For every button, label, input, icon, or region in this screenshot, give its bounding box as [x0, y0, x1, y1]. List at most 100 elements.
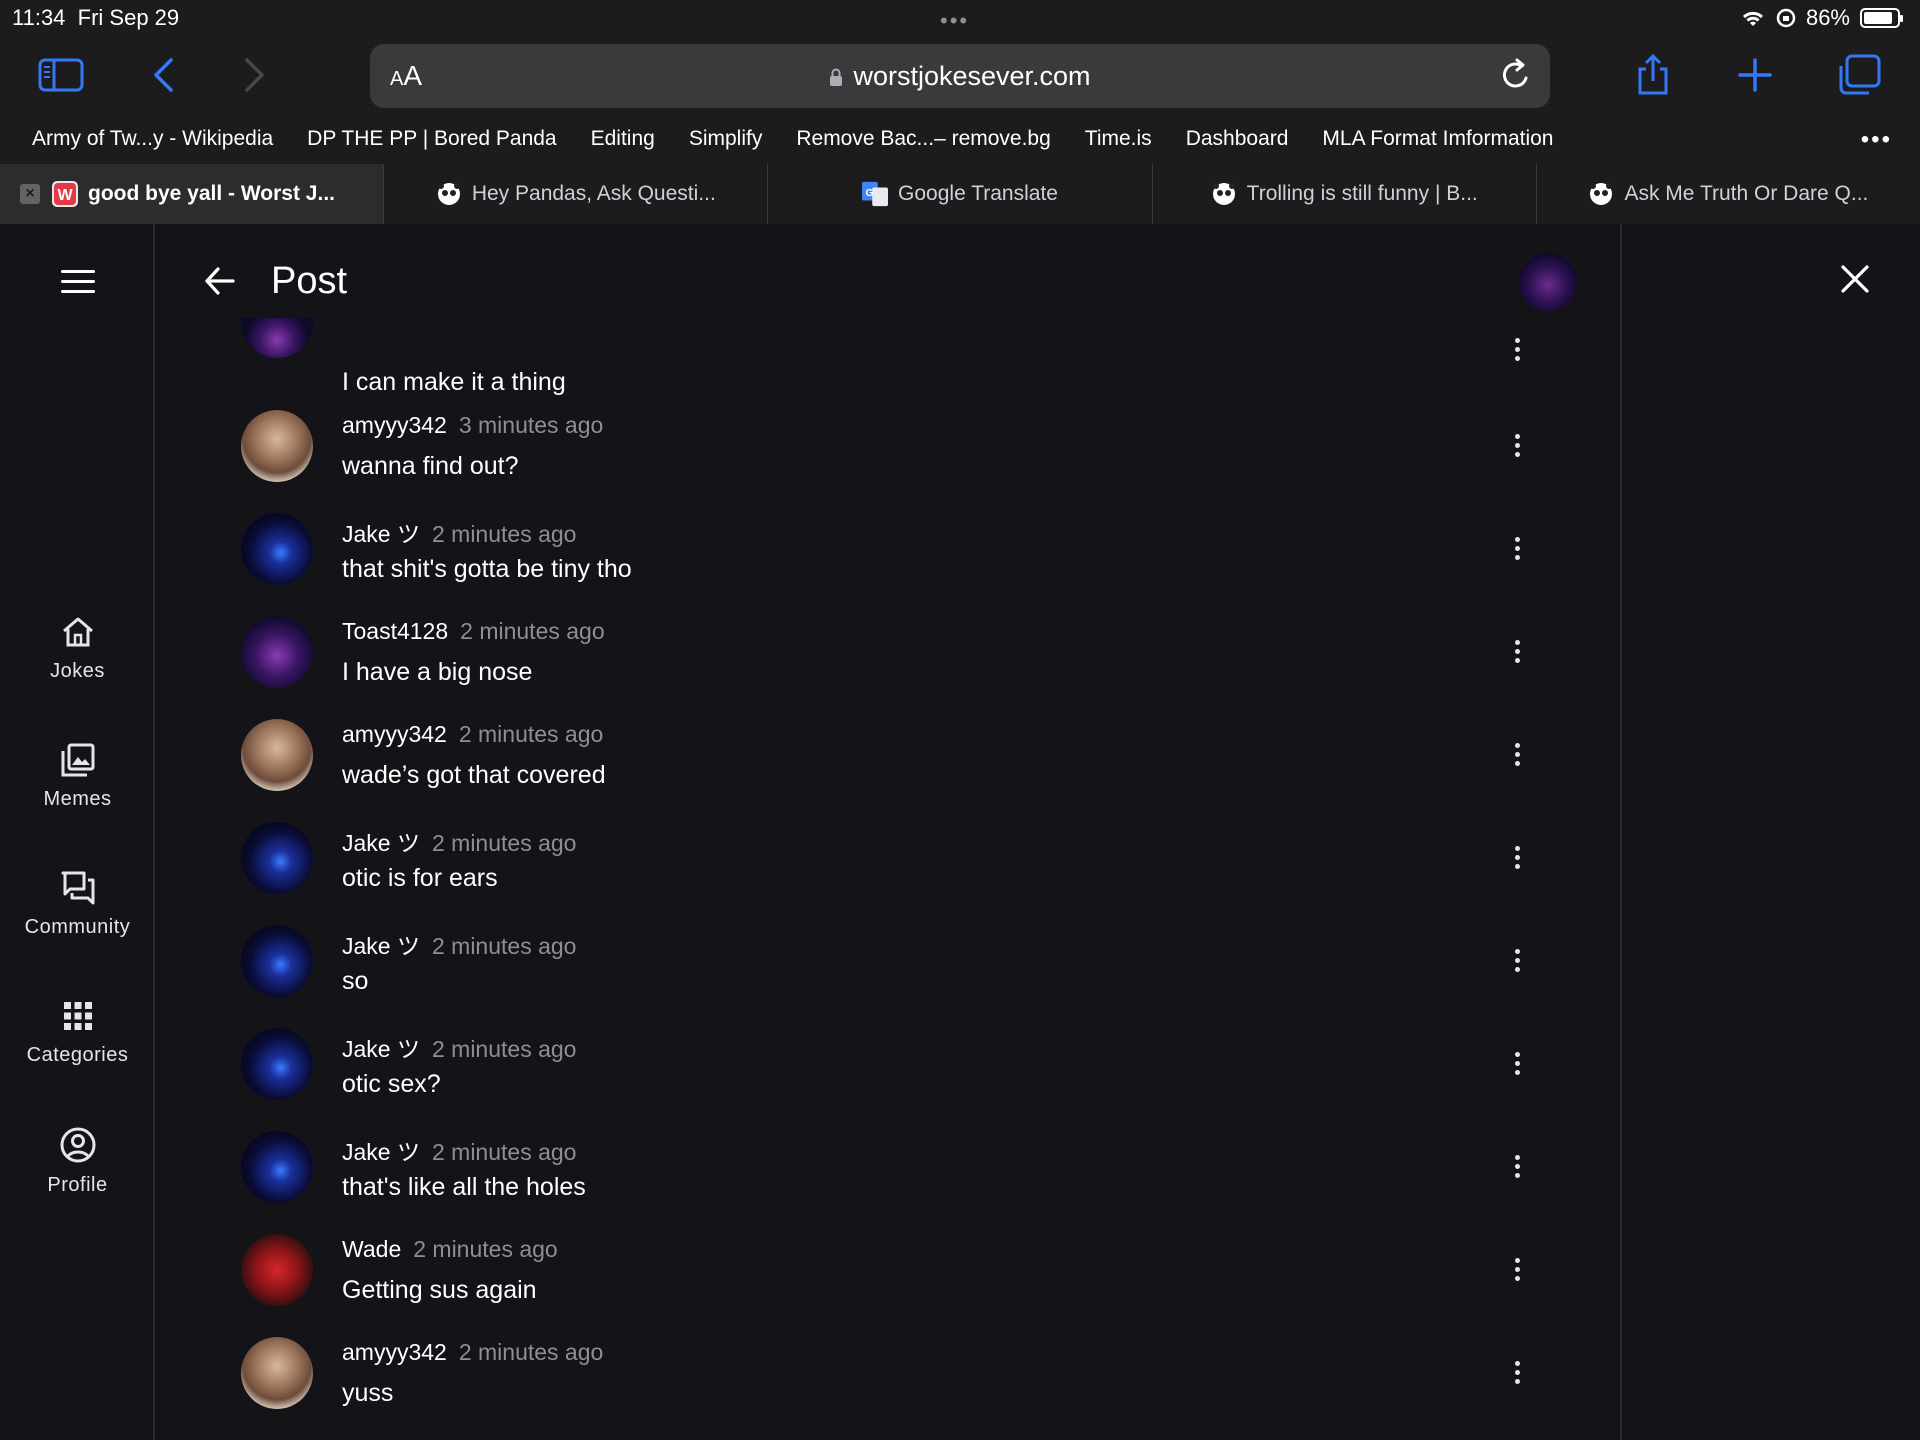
more-bookmarks-icon[interactable]: •••	[1861, 126, 1892, 154]
comment-meta: amyyy342 2 minutes ago	[342, 721, 603, 748]
comment-text: wanna find out?	[342, 452, 519, 480]
more-options-icon[interactable]	[1515, 949, 1521, 976]
tab[interactable]: Trolling is still funny | B...	[1151, 164, 1536, 224]
date: Fri Sep 29	[77, 5, 180, 30]
reload-icon[interactable]	[1500, 58, 1532, 97]
menu-icon[interactable]	[61, 270, 95, 300]
back-button-icon[interactable]	[140, 52, 186, 98]
more-options-icon[interactable]	[1515, 846, 1521, 873]
tab[interactable]: Hey Pandas, Ask Questi...	[383, 164, 767, 224]
bored-panda-favicon-icon	[1588, 181, 1614, 207]
nav-item-profile[interactable]: Profile	[0, 1126, 155, 1197]
comment-item: Jake ツ 2 minutes ago so	[157, 925, 1622, 1028]
avatar[interactable]	[241, 410, 313, 482]
comment-timestamp: 2 minutes ago	[431, 933, 577, 959]
comment-meta: Wade 2 minutes ago	[342, 1236, 558, 1263]
lock-icon	[829, 62, 843, 86]
comment-username[interactable]: Jake ツ	[342, 830, 420, 856]
wifi-icon	[1742, 11, 1763, 26]
bookmark-item[interactable]: Army of Tw...y - Wikipedia	[32, 127, 273, 151]
comment-username[interactable]: amyyy342	[342, 412, 447, 438]
worst-jokes-favicon-icon: W	[52, 181, 78, 207]
comment-meta: Jake ツ 2 minutes ago	[342, 1133, 576, 1167]
battery-icon	[1860, 8, 1903, 28]
tab-overview-icon[interactable]	[1836, 52, 1882, 98]
avatar[interactable]	[241, 616, 313, 688]
avatar[interactable]	[241, 1131, 313, 1203]
comment-item: Jake ツ 2 minutes ago that shit's gotta be …	[157, 513, 1622, 616]
comment-username[interactable]: amyyy342	[342, 1339, 447, 1365]
avatar[interactable]	[241, 1337, 313, 1409]
account-icon	[60, 1127, 95, 1163]
avatar[interactable]	[241, 513, 313, 585]
comment-username[interactable]: Jake ツ	[342, 1139, 420, 1165]
comment-meta: amyyy342 2 minutes ago	[342, 1339, 603, 1366]
more-options-icon[interactable]	[1515, 1361, 1521, 1388]
bookmark-item[interactable]: MLA Format Imformation	[1322, 127, 1553, 151]
more-options-icon[interactable]	[1515, 338, 1521, 365]
url-text[interactable]: worstjokesever.com	[370, 61, 1550, 92]
avatar[interactable]	[241, 1234, 313, 1306]
nav-label: Memes	[43, 788, 112, 810]
post-panel: Post I can make it a thing amyyy342 3 min…	[157, 224, 1622, 1440]
bookmark-item[interactable]: Editing	[591, 127, 655, 151]
comment-username[interactable]: Jake ツ	[342, 1036, 420, 1062]
tab-active[interactable]: × W good bye yall - Worst J...	[0, 164, 384, 224]
comment-text: so	[342, 967, 369, 995]
more-options-icon[interactable]	[1515, 1258, 1521, 1285]
comment-item: Toast4128 2 minutes ago I have a big nose	[157, 616, 1622, 719]
bored-panda-favicon-icon	[436, 181, 462, 207]
bookmark-item[interactable]: Dashboard	[1186, 127, 1289, 151]
back-arrow-icon[interactable]	[203, 264, 237, 303]
avatar[interactable]	[241, 925, 313, 997]
comment-username[interactable]: Jake ツ	[342, 933, 420, 959]
tab-label: Trolling is still funny | B...	[1246, 182, 1478, 205]
comment-username[interactable]: Wade	[342, 1236, 401, 1262]
more-options-icon[interactable]	[1515, 537, 1521, 564]
new-tab-icon[interactable]	[1732, 52, 1778, 98]
more-options-icon[interactable]	[1515, 743, 1521, 770]
tab[interactable]: G Google Translate	[767, 164, 1151, 224]
tab-label: Google Translate	[898, 182, 1058, 205]
post-header: Post	[157, 224, 1622, 344]
comment-timestamp: 2 minutes ago	[431, 1036, 577, 1062]
right-panel	[1624, 224, 1920, 1440]
comment-item: Jake ツ 2 minutes ago otic is for ears	[157, 822, 1622, 925]
more-options-icon[interactable]	[1515, 434, 1521, 461]
nav-label: Community	[24, 916, 131, 938]
nav-item-categories[interactable]: Categories	[0, 998, 155, 1067]
avatar[interactable]	[241, 822, 313, 894]
nav-item-memes[interactable]: Memes	[0, 742, 155, 811]
user-avatar[interactable]	[1519, 253, 1577, 311]
close-icon[interactable]	[1840, 264, 1870, 299]
more-options-icon[interactable]	[1515, 1155, 1521, 1182]
comment-username[interactable]: Toast4128	[342, 618, 448, 644]
comment-timestamp: 2 minutes ago	[460, 618, 605, 644]
status-time: 11:34 Fri Sep 29	[12, 5, 179, 31]
comment-text: that shit's gotta be tiny tho	[342, 555, 632, 583]
comment-username[interactable]: amyyy342	[342, 721, 447, 747]
close-tab-icon[interactable]: ×	[20, 184, 40, 204]
left-navigation: Jokes Memes Community Categories Profile	[0, 224, 155, 1440]
more-options-icon[interactable]	[1515, 1052, 1521, 1079]
avatar[interactable]	[241, 1028, 313, 1100]
bookmark-item[interactable]: Simplify	[689, 127, 763, 151]
more-options-icon[interactable]	[1515, 640, 1521, 667]
bookmark-item[interactable]: Remove Bac...– remove.bg	[796, 127, 1050, 151]
nav-item-community[interactable]: Community	[0, 870, 155, 939]
nav-item-jokes[interactable]: Jokes	[0, 614, 155, 683]
bookmark-item[interactable]: DP THE PP | Bored Panda	[307, 127, 556, 151]
forward-button-icon[interactable]	[232, 52, 278, 98]
nav-label: Profile	[47, 1174, 108, 1196]
share-icon[interactable]	[1630, 52, 1676, 98]
comment-username[interactable]: Jake ツ	[342, 521, 420, 547]
tab[interactable]: Ask Me Truth Or Dare Q...	[1535, 164, 1920, 224]
bookmark-item[interactable]: Time.is	[1085, 127, 1152, 151]
comment-item: Jake ツ 2 minutes ago otic sex?	[157, 1028, 1622, 1131]
address-bar[interactable]: AA worstjokesever.com	[370, 44, 1550, 108]
multitasking-dots-icon[interactable]: •••	[940, 8, 969, 34]
sidebar-toggle-icon[interactable]	[38, 52, 84, 98]
comment-text: wade’s got that covered	[342, 761, 606, 789]
avatar[interactable]	[241, 719, 313, 791]
comment-text: I have a big nose	[342, 658, 533, 686]
